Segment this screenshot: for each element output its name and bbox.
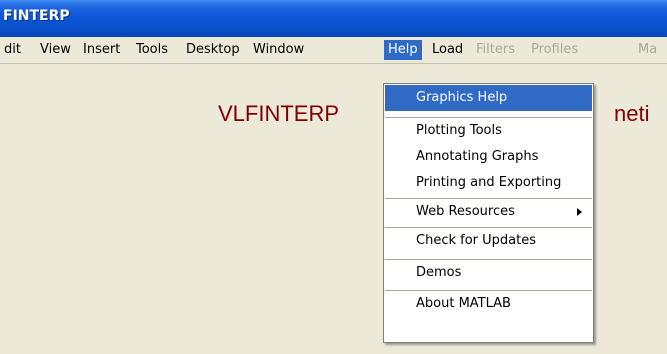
menu-item-plotting-tools[interactable]: Plotting Tools [385, 118, 592, 144]
menu-item-graphics-help[interactable]: Graphics Help [385, 85, 592, 111]
menu-edit[interactable]: dit [0, 40, 25, 60]
menu-help[interactable]: Help [384, 40, 422, 60]
menu-item-annotating-graphs[interactable]: Annotating Graphs [385, 144, 592, 170]
window-titlebar[interactable]: FINTERP [0, 0, 667, 37]
menu-window[interactable]: Window [249, 40, 308, 60]
menu-view[interactable]: View [36, 40, 75, 60]
menu-map[interactable]: Ma [634, 40, 661, 60]
menu-profiles[interactable]: Profiles [527, 40, 582, 60]
figure-heading-tail: neti [614, 101, 650, 126]
menu-item-about-matlab[interactable]: About MATLAB [385, 291, 592, 317]
figure-heading: VLFINTERP [218, 101, 340, 126]
menu-desktop[interactable]: Desktop [182, 40, 244, 60]
menu-load[interactable]: Load [428, 40, 467, 60]
window-title: FINTERP [3, 8, 70, 24]
menu-item-printing-exporting[interactable]: Printing and Exporting [385, 170, 592, 196]
menubar: dit View Insert Tools Desktop Window Hel… [0, 37, 667, 63]
menu-item-label: Web Resources [416, 204, 515, 219]
help-dropdown-menu: Graphics Help Plotting Tools Annotating … [383, 83, 594, 343]
submenu-arrow-icon [577, 208, 582, 216]
menu-filters[interactable]: Filters [472, 40, 519, 60]
menu-item-demos[interactable]: Demos [385, 260, 592, 286]
menu-insert[interactable]: Insert [79, 40, 124, 60]
menu-item-check-updates[interactable]: Check for Updates [385, 228, 592, 254]
menu-item-web-resources[interactable]: Web Resources [385, 199, 592, 225]
menu-tools[interactable]: Tools [132, 40, 172, 60]
